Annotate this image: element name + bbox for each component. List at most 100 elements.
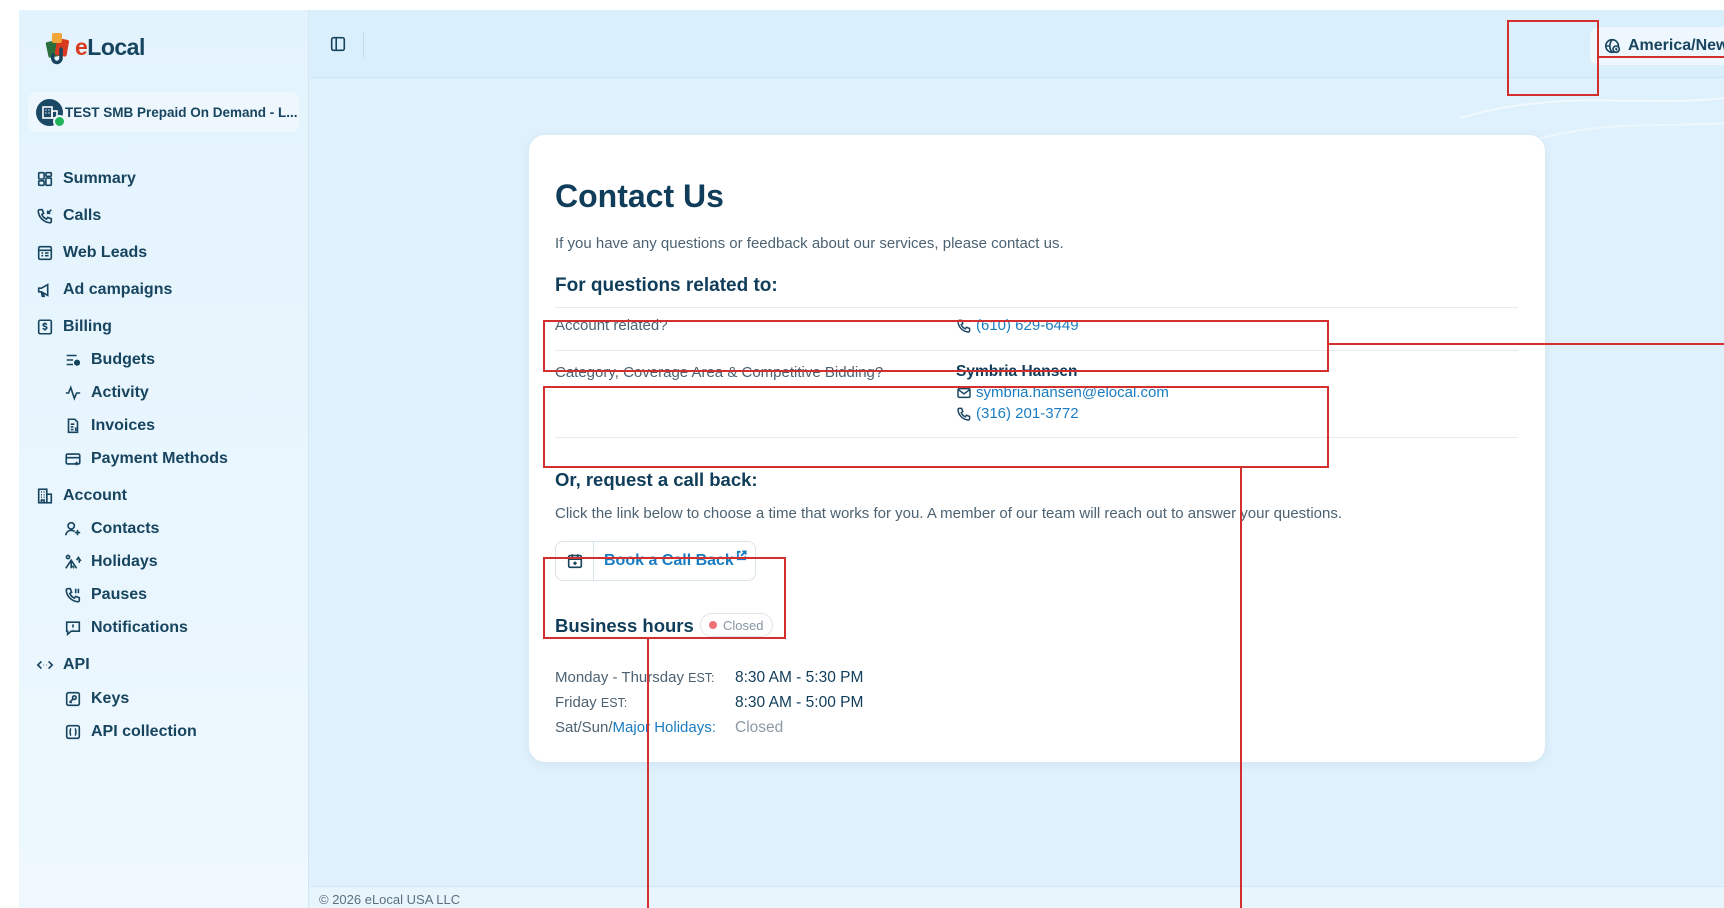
- sidebar-item-label: Account: [63, 487, 127, 504]
- contact-email-link[interactable]: symbria.hansen@elocal.com: [956, 384, 1169, 401]
- sidebar-item-summary[interactable]: Summary: [35, 165, 136, 193]
- sidebar-item-account[interactable]: Account: [35, 482, 127, 510]
- hours-value-weekend: Closed: [735, 719, 784, 736]
- top-bar: America/New_York M: [310, 10, 1724, 78]
- sidebar-item-payment-methods[interactable]: Payment Methods: [63, 445, 228, 473]
- divider: [363, 32, 364, 58]
- phone-icon: [957, 319, 971, 333]
- sidebar-item-api[interactable]: API: [35, 651, 90, 679]
- calendar-plus-icon: [556, 542, 594, 580]
- hours-value-friday: 8:30 AM - 5:00 PM: [735, 694, 864, 711]
- hours-label-mon-thu: Monday - Thursday EST:: [555, 669, 715, 686]
- account-phone-link[interactable]: (610) 629-6449: [956, 317, 1079, 334]
- account-related-label: Account related?: [555, 317, 668, 334]
- divider: [555, 437, 1518, 438]
- globe-clock-icon: [1604, 38, 1621, 54]
- sidebar-item-label: Web Leads: [63, 244, 148, 261]
- hours-value-mon-thu: 8:30 AM - 5:30 PM: [735, 669, 864, 686]
- elocal-logo-icon: [45, 33, 69, 65]
- sidebar-item-web-leads[interactable]: Web Leads: [35, 239, 147, 267]
- sidebar-item-label: Contacts: [91, 520, 160, 537]
- divider: [555, 350, 1518, 351]
- sidebar-item-ad-campaigns[interactable]: Ad campaigns: [35, 276, 172, 304]
- major-holidays-link[interactable]: Major Holidays: [613, 719, 712, 736]
- panel-left-icon: [330, 36, 346, 52]
- account-switcher[interactable]: TEST SMB Prepaid On Demand - L...: [28, 92, 299, 132]
- megaphone-icon: [35, 280, 55, 300]
- sidebar-item-label: Invoices: [91, 417, 156, 434]
- sidebar-item-notifications[interactable]: Notifications: [63, 614, 188, 642]
- app-window: eLocal TEST SMB Prepaid On Demand - L...…: [19, 10, 1724, 908]
- book-call-back-label: Book a Call Back: [604, 552, 734, 569]
- questions-heading: For questions related to:: [555, 275, 778, 296]
- logo-text: eLocal: [75, 33, 145, 60]
- phone-incoming-icon: [35, 206, 55, 226]
- book-call-back-button[interactable]: Book a Call Back: [555, 541, 756, 581]
- copyright-text: © 2026 eLocal USA LLC: [319, 892, 461, 907]
- credit-card-icon: [63, 449, 83, 469]
- sidebar-item-label: Ad campaigns: [63, 281, 173, 298]
- hours-label-weekend: Sat/Sun/Major Holidays:: [555, 719, 716, 736]
- sidebar-item-activity[interactable]: Activity: [63, 379, 149, 407]
- intro-text: If you have any questions or feedback ab…: [555, 235, 1064, 252]
- status-badge: Closed: [700, 613, 774, 637]
- sidebar-item-api-collection[interactable]: API collection: [63, 718, 197, 746]
- dollar-receipt-icon: [35, 317, 55, 337]
- callback-text: Click the link below to choose a time th…: [555, 505, 1343, 522]
- sidebar-item-label: API: [63, 656, 90, 673]
- sidebar-item-contacts[interactable]: Contacts: [63, 515, 159, 543]
- divider: [555, 307, 1518, 308]
- sidebar-item-label: Pauses: [91, 586, 148, 603]
- list-filter-icon: [63, 350, 83, 370]
- sidebar-item-label: Notifications: [91, 619, 188, 636]
- phone-icon: [957, 407, 971, 421]
- sidebar-item-keys[interactable]: Keys: [63, 685, 129, 713]
- sidebar-item-label: Keys: [91, 690, 130, 707]
- sidebar-item-label: Activity: [91, 384, 149, 401]
- account-name: TEST SMB Prepaid On Demand - L...: [65, 104, 298, 120]
- sidebar-item-billing[interactable]: Billing: [35, 313, 112, 341]
- activity-pulse-icon: [63, 383, 83, 403]
- phone-pause-icon: [63, 585, 83, 605]
- sidebar-item-holidays[interactable]: Holidays: [63, 548, 158, 576]
- sidebar-item-label: API collection: [91, 723, 197, 740]
- sidebar-toggle-button[interactable]: [324, 30, 352, 58]
- code-arrows-icon: [35, 655, 55, 675]
- sidebar-item-label: Budgets: [91, 351, 155, 368]
- dashboard-grid-icon: [35, 169, 55, 189]
- external-link-icon: [736, 548, 747, 566]
- braces-square-icon: [63, 722, 83, 742]
- elocal-logo[interactable]: eLocal: [43, 24, 145, 70]
- category-label: Category, Coverage Area & Competitive Bi…: [555, 364, 884, 381]
- account-avatar: [36, 98, 66, 128]
- sidebar: eLocal TEST SMB Prepaid On Demand - L...…: [19, 10, 309, 908]
- timezone-value: America/New_York: [1628, 37, 1724, 54]
- footer: © 2026 eLocal USA LLC: [310, 886, 1724, 908]
- callback-heading: Or, request a call back:: [555, 469, 758, 490]
- sidebar-item-label: Summary: [63, 170, 136, 187]
- form-icon: [35, 243, 55, 263]
- sidebar-item-label: Holidays: [91, 553, 158, 570]
- sidebar-item-invoices[interactable]: Invoices: [63, 412, 155, 440]
- business-hours-heading: Business hours: [555, 615, 694, 636]
- message-alert-icon: [63, 618, 83, 638]
- mail-icon: [957, 387, 971, 398]
- timezone-select[interactable]: America/New_York: [1590, 27, 1724, 65]
- page-title: Contact Us: [555, 178, 724, 214]
- contact-phone-link[interactable]: (316) 201-3772: [956, 405, 1079, 422]
- sidebar-item-pauses[interactable]: Pauses: [63, 581, 147, 609]
- verified-check-icon: [53, 114, 66, 128]
- sidebar-item-budgets[interactable]: Budgets: [63, 346, 155, 374]
- building-icon: [35, 486, 55, 506]
- tent-tree-icon: [63, 552, 83, 572]
- sidebar-item-calls[interactable]: Calls: [35, 202, 101, 230]
- sidebar-item-label: Billing: [63, 318, 112, 335]
- invoice-icon: [63, 416, 83, 436]
- sidebar-item-label: Calls: [63, 207, 102, 224]
- key-square-icon: [63, 689, 83, 709]
- sidebar-item-label: Payment Methods: [91, 450, 228, 467]
- contact-card: Contact Us If you have any questions or …: [529, 135, 1545, 762]
- user-plus-icon: [63, 519, 83, 539]
- status-dot: [709, 621, 717, 629]
- contact-name: Symbria Hansen: [956, 363, 1078, 380]
